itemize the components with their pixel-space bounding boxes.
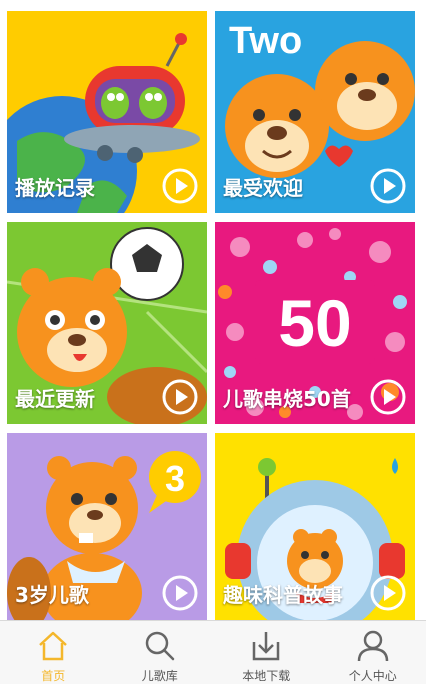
- home-icon: [39, 631, 68, 661]
- bottom-tab-bar: 首页 儿歌库 本地下载 个人中心: [0, 620, 426, 684]
- play-icon[interactable]: [161, 378, 199, 416]
- tab-song-library[interactable]: 儿歌库: [107, 621, 214, 684]
- tile-most-popular[interactable]: Two 最受欢迎: [215, 11, 415, 213]
- tab-label: 首页: [41, 669, 66, 683]
- tab-local-downloads[interactable]: 本地下载: [213, 621, 320, 684]
- tile-label: 3岁儿歌: [15, 583, 89, 607]
- play-icon[interactable]: [369, 378, 407, 416]
- two-text: Two: [229, 20, 302, 62]
- tab-profile[interactable]: 个人中心: [320, 621, 426, 684]
- tile-label: 儿歌串烧50首: [223, 387, 351, 411]
- play-icon[interactable]: [369, 574, 407, 612]
- play-icon[interactable]: [161, 574, 199, 612]
- download-icon: [253, 632, 280, 661]
- tab-label: 儿歌库: [141, 669, 178, 683]
- tile-label: 最受欢迎: [223, 176, 303, 200]
- medley-badge-text: 50: [278, 286, 351, 360]
- play-icon[interactable]: [161, 167, 199, 205]
- play-icon[interactable]: [369, 167, 407, 205]
- category-grid: 播放记录 Two 最受欢迎 最近更新 50 儿歌串烧50首 3 3岁儿歌 趣味科…: [0, 0, 426, 620]
- tile-label: 最近更新: [15, 387, 95, 411]
- tile-science-stories[interactable]: 趣味科普故事: [215, 433, 415, 620]
- tab-home[interactable]: 首页: [0, 621, 107, 684]
- tab-label: 个人中心: [348, 669, 397, 683]
- person-icon: [357, 630, 388, 662]
- tile-label: 趣味科普故事: [223, 583, 343, 607]
- search-icon: [145, 631, 174, 661]
- age-badge-text: 3: [165, 458, 185, 499]
- tile-recent-updates[interactable]: 最近更新: [7, 222, 207, 424]
- tile-play-history[interactable]: 播放记录: [7, 11, 207, 213]
- tile-age-3-songs[interactable]: 3 3岁儿歌: [7, 433, 207, 620]
- tab-label: 本地下载: [242, 669, 291, 683]
- tile-song-medley[interactable]: 50 儿歌串烧50首: [215, 222, 415, 424]
- tile-label: 播放记录: [15, 176, 95, 200]
